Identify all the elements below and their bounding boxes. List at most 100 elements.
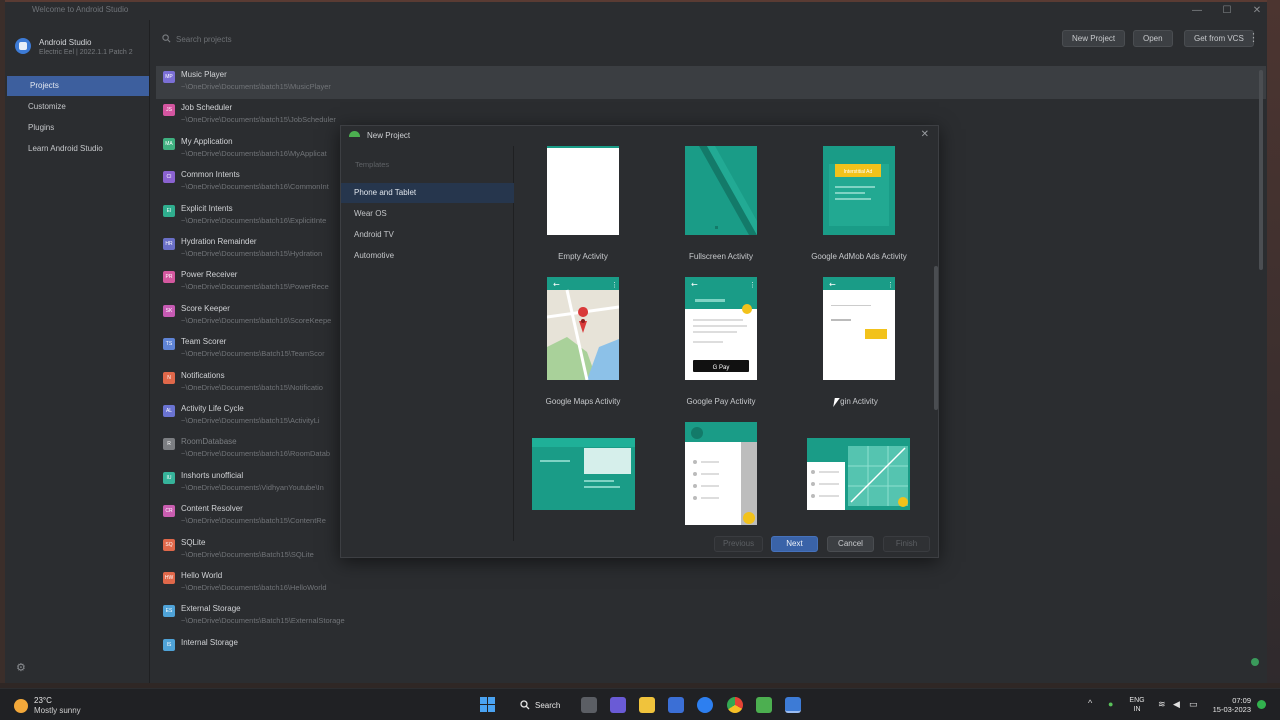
search-projects-input[interactable] <box>176 32 376 46</box>
template-fullscreen-activity[interactable] <box>685 146 757 235</box>
notification-badge-icon[interactable] <box>1257 700 1266 709</box>
template-empty-activity[interactable] <box>547 146 619 235</box>
project-list-scrollbar[interactable] <box>1259 70 1263 270</box>
project-name: Job Scheduler <box>181 103 233 113</box>
google-pay-activity-preview: ← ⋮ G Pay <box>685 277 757 380</box>
project-icon: HR <box>163 238 175 250</box>
project-name: Score Keeper <box>181 303 230 313</box>
responsive-views-preview <box>807 438 910 510</box>
android-icon <box>349 131 360 137</box>
project-name: Music Player <box>181 70 227 79</box>
new-project-button[interactable]: New Project <box>1062 30 1126 47</box>
template-navigation-drawer-activity[interactable]: ⋮ <box>685 422 757 525</box>
project-row[interactable]: ES External Storage ~\OneDrive\Documents\B… <box>156 600 1266 633</box>
project-path: ~\OneDrive\Documents\batch15\ActivityLi <box>181 416 320 425</box>
template-label: Google Pay Activity <box>686 397 756 406</box>
sidebar-item-plugins[interactable]: Plugins <box>5 118 150 138</box>
category-phone-and-tablet[interactable]: Phone and Tablet <box>341 183 514 203</box>
language-indicator[interactable]: ENG IN <box>1127 696 1147 714</box>
cancel-button[interactable]: Cancel <box>827 536 874 552</box>
volume-icon[interactable]: ◀ <box>1173 699 1180 710</box>
project-name: My Application <box>181 136 233 146</box>
project-name: Notifications <box>181 370 225 380</box>
project-path: ~\OneDrive\Documents\Batch15\TeamScor <box>181 349 325 359</box>
wifi-icon[interactable]: ≋ <box>1158 699 1166 710</box>
app-info: Android Studio Electric Eel | 2022.1.1 P… <box>15 38 133 58</box>
notepad-plus-icon[interactable] <box>756 697 772 713</box>
project-icon: AL <box>163 405 175 417</box>
previous-button[interactable]: Previous <box>714 536 763 552</box>
template-admob-activity[interactable]: Interstitial Ad <box>823 146 895 235</box>
project-icon: CI <box>163 171 175 184</box>
next-button[interactable]: Next <box>771 536 818 552</box>
dialog-titlebar: New Project ✕ <box>341 126 938 146</box>
finish-button[interactable]: Finish <box>883 536 930 552</box>
template-primary-detail-flow[interactable] <box>532 438 635 510</box>
file-explorer-icon[interactable] <box>639 697 655 713</box>
project-name: Content Resolver <box>181 504 243 514</box>
weather-temperature[interactable]: 23°C <box>34 696 52 705</box>
template-grid-scrollbar[interactable] <box>934 266 938 410</box>
taskbar-search-button[interactable]: Search <box>509 696 569 714</box>
empty-activity-preview <box>547 146 619 235</box>
windows-start-icon[interactable] <box>480 697 495 712</box>
welcome-sidebar: Android Studio Electric Eel | 2022.1.1 P… <box>5 20 150 683</box>
category-android-tv[interactable]: Android TV <box>341 225 514 245</box>
project-path: ~\OneDrive\Documents\Batch15\SQLite <box>181 549 314 559</box>
settings-gear-icon[interactable]: ⚙ <box>16 661 26 674</box>
sidebar-item-customize[interactable]: Customize <box>5 97 150 117</box>
search-icon <box>520 700 530 710</box>
dialog-close-icon[interactable]: ✕ <box>921 129 929 140</box>
teams-chat-icon[interactable] <box>610 697 626 713</box>
sidebar-item-learn[interactable]: Learn Android Studio <box>5 139 150 159</box>
project-row[interactable]: MP Music Player ~\OneDrive\Documents\batch… <box>156 66 1266 99</box>
project-path: ~\OneDrive\Documents\batch15\Hydration <box>181 249 323 258</box>
open-button[interactable]: Open <box>1133 30 1173 47</box>
project-name: Team Scorer <box>181 337 227 347</box>
taskbar-clock[interactable]: 07:09 15-03-2023 <box>1206 696 1251 714</box>
weather-sun-icon[interactable] <box>14 699 28 713</box>
project-name: Hello World <box>181 571 223 580</box>
svg-text:←: ← <box>829 280 836 289</box>
category-wear-os[interactable]: Wear OS <box>341 204 514 224</box>
project-row[interactable]: HW Hello World ~\OneDrive\Documents\batch1… <box>156 567 1266 600</box>
tray-chevron-icon[interactable]: ^ <box>1088 698 1092 708</box>
maximize-button[interactable]: ☐ <box>1212 3 1242 19</box>
project-name: Explicit Intents <box>181 203 233 213</box>
project-path: ~\OneDrive\Documents\batch16\ScoreKeepe <box>181 315 332 325</box>
event-log-icon[interactable] <box>1251 658 1259 666</box>
project-icon: MP <box>163 71 175 83</box>
project-icon: N <box>163 371 175 384</box>
get-from-vcs-button[interactable]: Get from VCS <box>1184 30 1254 47</box>
project-icon: MA <box>163 137 175 150</box>
project-icon: IS <box>163 638 175 651</box>
svg-text:⋮: ⋮ <box>887 281 894 289</box>
project-path: ~\OneDrive\Documents\batch15\MusicPlayer <box>181 82 331 91</box>
zoom-icon[interactable] <box>697 697 713 713</box>
interstitial-ad-text: Interstitial Ad <box>844 169 873 175</box>
task-view-icon[interactable] <box>581 697 597 713</box>
microsoft-store-icon[interactable] <box>668 697 684 713</box>
battery-icon[interactable]: ▭ <box>1189 699 1198 710</box>
project-path: ~\OneDrive\Documents\batch15\PowerRece <box>181 282 329 292</box>
login-activity-preview: ← ⋮ <box>823 277 895 380</box>
close-window-button[interactable]: ✕ <box>1242 3 1267 19</box>
project-row[interactable]: IS Internal Storage <box>156 634 1266 666</box>
sidebar-item-projects[interactable]: Projects <box>7 76 149 96</box>
minimize-button[interactable]: — <box>1182 3 1212 19</box>
template-responsive-views-activity[interactable] <box>807 438 910 510</box>
clock-time: 07:09 <box>1232 696 1251 705</box>
chrome-icon[interactable] <box>727 697 743 713</box>
weather-condition[interactable]: Mostly sunny <box>34 706 81 715</box>
template-login-activity[interactable]: ← ⋮ <box>823 277 895 380</box>
project-path: ~\OneDrive\Documents\batch16\ExplicitInt… <box>181 215 327 225</box>
project-path: ~\OneDrive\Documents\batch16\CommonInt <box>181 182 329 192</box>
admob-activity-preview: Interstitial Ad <box>823 146 895 235</box>
template-label: Google AdMob Ads Activity <box>811 252 907 261</box>
category-automotive[interactable]: Automotive <box>341 246 514 266</box>
android-studio-taskbar-icon[interactable] <box>785 697 801 713</box>
template-google-pay-activity[interactable]: ← ⋮ G Pay <box>685 277 757 380</box>
microphone-icon[interactable]: ● <box>1108 699 1113 709</box>
more-options-icon[interactable]: ⋮ <box>1248 31 1259 44</box>
template-maps-activity[interactable]: ← ⋮ <box>546 277 620 381</box>
